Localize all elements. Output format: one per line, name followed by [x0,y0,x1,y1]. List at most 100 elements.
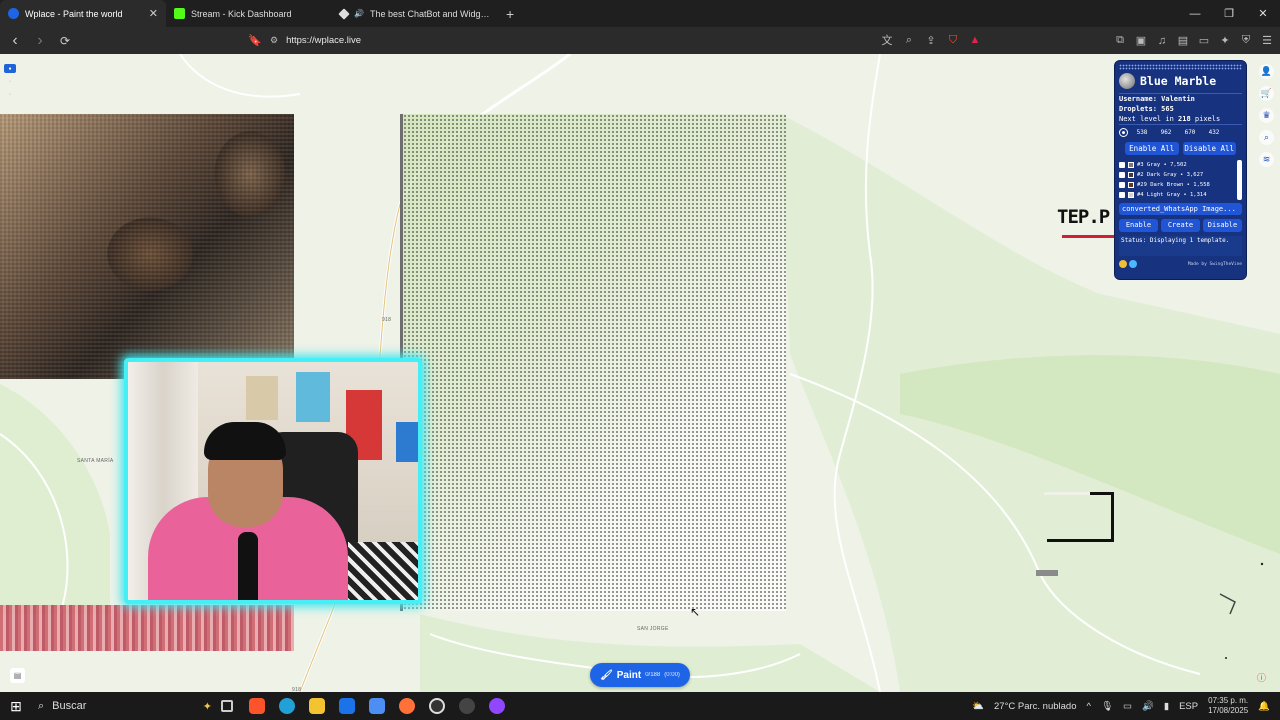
color-label: #4 Light Gray • 1,314 [1137,192,1207,198]
sidebar-icon[interactable]: ▤ [1174,32,1192,50]
checkbox[interactable] [1119,162,1125,168]
right-toolbar: 👤 🛒 ♛ ⌕ ≋ [1259,64,1274,167]
color-list-item[interactable]: #29 Dark Brown • 1,558 [1119,180,1234,190]
checkbox[interactable] [1119,192,1125,198]
language-indicator[interactable]: ESP [1179,701,1198,712]
coord-tile-x[interactable]: 538 [1132,129,1152,136]
wallet-icon[interactable]: ▭ [1195,32,1213,50]
tab-kick-dashboard[interactable]: Stream - Kick Dashboard [166,0,332,27]
windows-taskbar: ⊞ ⌕ Buscar ✦ ⛅ 27°C Parc. nublado ^ 🎙 ▭ … [0,692,1280,720]
explore-button[interactable]: ▤ [10,668,25,683]
coord-pixel-x[interactable]: 670 [1180,129,1200,136]
search-icon: ⌕ [38,699,45,712]
tab-title: The best ChatBot and Widgets fo [369,8,490,19]
disable-all-button[interactable]: Disable All [1182,142,1236,155]
task-view-icon[interactable] [212,692,242,720]
share-icon[interactable]: ⇪ [922,31,940,49]
menu-icon[interactable]: ☰ [1258,32,1276,50]
screenshot-icon[interactable]: ▣ [1132,32,1150,50]
clock[interactable]: 07:35 p. m. 17/08/2025 [1208,696,1248,716]
panel-title: Blue Marble [1140,74,1217,88]
vpn-icon[interactable]: ⛨ [1237,32,1255,50]
checkbox[interactable] [1119,182,1125,188]
microphone-icon[interactable]: 🎙 [1101,701,1113,712]
tray-overflow-icon[interactable]: ^ [1087,701,1091,712]
windows-start-icon[interactable]: ⊞ [0,692,32,720]
user-avatar-icon[interactable]: 👤 [1259,64,1274,79]
made-by-credit: Made by SwingTheVine [1187,261,1242,267]
left-toolbar: ● · · [4,64,16,99]
color-list-item[interactable]: #2 Dark Gray • 3,627 [1119,170,1234,180]
info-badge-icon[interactable]: ● [4,64,16,73]
webcam-microphone [238,532,258,600]
edge-icon[interactable] [272,692,302,720]
back-button[interactable]: ‹ [5,31,25,51]
enable-all-button[interactable]: Enable All [1125,142,1179,155]
copilot-sparkle-icon: ✦ [202,700,212,713]
pixel-artwork-dog [0,114,294,379]
brave-browser-icon[interactable] [242,692,272,720]
paint-button[interactable]: 🖌 Paint 0/188 (0:00) [590,663,690,687]
status-textarea[interactable]: Status: Displaying 1 template. [1119,236,1242,256]
battery-icon[interactable]: ▮ [1164,701,1169,712]
webcam-poster [296,372,330,422]
network-icon[interactable]: ▭ [1123,701,1132,712]
leo-ai-icon[interactable]: ✦ [1216,32,1234,50]
extensions-icon[interactable]: ⧉ [1111,32,1129,50]
forward-button[interactable]: › [30,31,50,51]
close-window-button[interactable]: ✕ [1246,0,1280,27]
color-list: #3 Gray • 7,502 #2 Dark Gray • 3,627 #29… [1119,160,1242,200]
color-list-item[interactable]: #3 Gray • 7,502 [1119,160,1234,170]
volume-icon[interactable]: 🔊 [1142,701,1154,712]
brave-shield-icon[interactable]: ⛉ [944,31,962,49]
outlook-icon[interactable] [332,692,362,720]
minimize-button[interactable]: — [1178,0,1212,27]
weather-icon[interactable]: ⛅ [972,701,984,712]
blue-marble-globe-icon[interactable] [1119,73,1135,89]
color-list-scrollbar[interactable] [1237,160,1242,200]
translate-icon[interactable]: 文 [878,31,896,49]
coin-icon[interactable] [1119,260,1127,268]
streaming-app-icon[interactable] [452,692,482,720]
discord-like-icon[interactable] [482,692,512,720]
file-explorer-icon[interactable] [302,692,332,720]
store-app-icon[interactable] [362,692,392,720]
tab-wplace[interactable]: Wplace - Paint the world ✕ [0,0,166,27]
leaderboard-icon[interactable]: ♛ [1259,108,1274,123]
new-tab-button[interactable]: + [498,0,522,27]
obs-icon[interactable] [422,692,452,720]
window-controls: — ❐ ✕ [1178,0,1280,27]
brave-rewards-icon[interactable]: ▲ [966,31,984,49]
media-icon[interactable]: ♫ [1153,32,1171,50]
create-button[interactable]: Create [1161,219,1200,232]
coord-tile-y[interactable]: 962 [1156,129,1176,136]
maximize-button[interactable]: ❐ [1212,0,1246,27]
date: 17/08/2025 [1208,706,1249,715]
color-label: #2 Dark Gray • 3,627 [1137,172,1204,178]
enable-button[interactable]: Enable [1119,219,1158,232]
taskbar-search[interactable]: ⌕ Buscar ✦ [32,692,212,720]
pin-icon[interactable]: ● [1119,128,1128,137]
tab-chatbot[interactable]: 🔊 The best ChatBot and Widgets fo [332,0,498,27]
store-icon[interactable]: 🛒 [1259,86,1274,101]
reload-button[interactable]: ⟳ [55,31,75,51]
checkbox[interactable] [1119,172,1125,178]
globe-icon[interactable] [1129,260,1137,268]
close-tab-icon[interactable]: ✕ [149,7,158,20]
disable-button[interactable]: Disable [1203,219,1242,232]
notifications-icon[interactable]: 🔔 [1258,701,1270,712]
search-icon[interactable]: ⌕ [1259,130,1274,145]
map-label-san-jorge: SAN JORGE [637,626,669,632]
info-icon[interactable]: ⓘ [1257,671,1266,684]
color-list-item[interactable]: #4 Light Gray • 1,314 [1119,190,1234,200]
firefox-icon[interactable] [392,692,422,720]
template-file-input[interactable]: converted_WhatsApp Image... [1119,203,1242,215]
layers-icon[interactable]: ≋ [1259,152,1274,167]
bookmark-icon[interactable]: 🔖 [246,31,264,49]
coord-pixel-y[interactable]: 432 [1204,129,1224,136]
paint-charge-count: 0/188 [645,672,661,678]
site-info-icon[interactable]: ⚙ [270,35,278,46]
weather-text[interactable]: 27°C Parc. nublado [994,701,1077,712]
wplace-map[interactable]: SANTA MARÍA SAN JORGE 918 918 TEP.P ● · … [0,54,1280,692]
zoom-icon[interactable]: ⌕ [900,31,918,49]
